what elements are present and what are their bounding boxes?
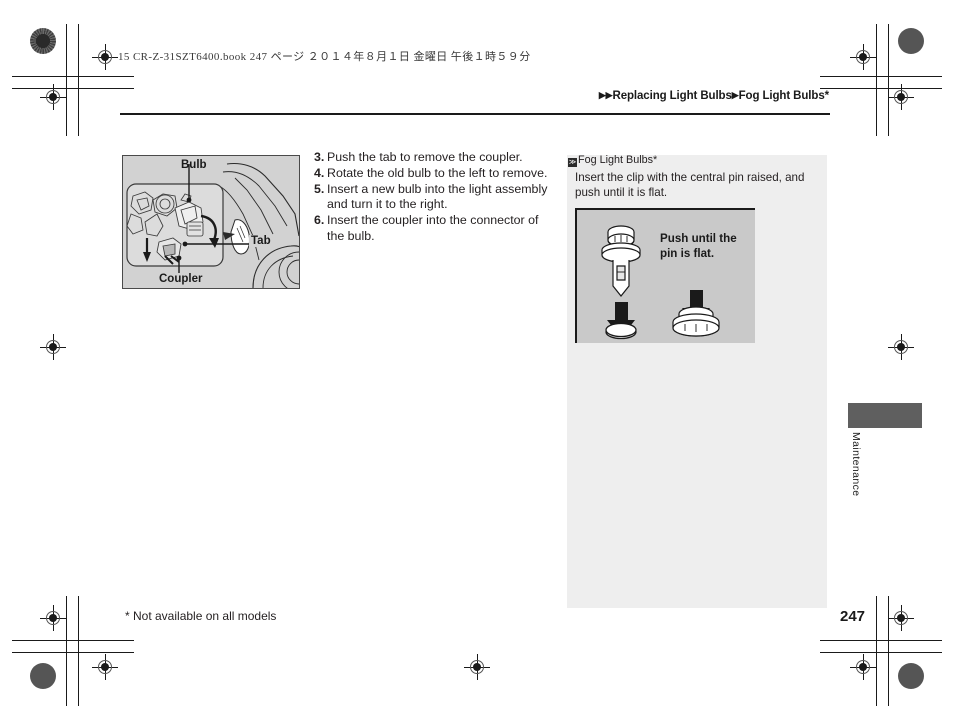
header-divider xyxy=(120,113,830,115)
crop-line xyxy=(888,24,889,136)
step-number: 6. xyxy=(314,213,325,228)
print-file-slug: 15 CR-Z-31SZT6400.book 247 ページ ２０１４年８月１日… xyxy=(118,51,531,63)
registration-mark xyxy=(92,654,118,680)
registration-mark xyxy=(888,605,914,631)
breadcrumb-level-2: Fog Light Bulbs* xyxy=(738,90,829,102)
crop-line xyxy=(876,24,877,136)
page-number: 247 xyxy=(840,608,866,625)
list-item: 5. Insert a new bulb into the light asse… xyxy=(314,182,556,213)
note-title: ≫ Fog Light Bulbs* xyxy=(568,154,657,167)
registration-mark xyxy=(40,84,66,110)
list-item: 3. Push the tab to remove the coupler. xyxy=(314,150,556,165)
crop-line xyxy=(66,596,67,706)
crop-line xyxy=(820,652,942,653)
figure-clip-installation xyxy=(575,208,755,343)
breadcrumb-double-arrow-icon: ▶▶ xyxy=(598,90,613,100)
breadcrumb: ▶▶Replacing Light Bulbs▶Fog Light Bulbs* xyxy=(599,90,829,102)
step-number: 5. xyxy=(314,181,325,196)
note-title-text: Fog Light Bulbs* xyxy=(578,154,658,166)
figure-bulb-replacement: Bulb Tab Coupler xyxy=(122,155,300,289)
list-item: 4. Rotate the old bulb to the left to re… xyxy=(314,166,556,181)
figure-label-coupler: Coupler xyxy=(157,273,205,285)
step-text: Push the tab to remove the coupler. xyxy=(327,150,523,164)
note-marker-icon: ≫ xyxy=(568,158,577,167)
manual-page: 15 CR-Z-31SZT6400.book 247 ページ ２０１４年８月１日… xyxy=(0,0,954,718)
footnote: * Not available on all models xyxy=(125,609,277,623)
crop-line xyxy=(12,88,134,89)
step-text: Insert a new bulb into the light assembl… xyxy=(327,181,548,212)
registration-mark xyxy=(888,84,914,110)
crop-line xyxy=(820,640,942,641)
registration-mark xyxy=(92,44,118,70)
registration-mark xyxy=(850,654,876,680)
crop-line xyxy=(12,652,134,653)
section-tab-bar xyxy=(848,403,922,428)
figure-bulb-replacement-drawing xyxy=(126,162,299,288)
registration-mark xyxy=(850,44,876,70)
crop-line xyxy=(876,596,877,706)
figure-label-tab: Tab xyxy=(249,235,273,247)
instruction-steps-list: 3. Push the tab to remove the coupler. 4… xyxy=(314,150,556,244)
step-text: Insert the coupler into the connector of… xyxy=(327,213,539,243)
breadcrumb-level-1: Replacing Light Bulbs xyxy=(612,90,732,102)
figure-clip-caption: Push until the pin is flat. xyxy=(660,232,737,260)
list-item: 6. Insert the coupler into the connector… xyxy=(314,213,556,244)
step-text: Rotate the old bulb to the left to remov… xyxy=(327,165,548,180)
halftone-dot xyxy=(30,663,56,689)
crop-line xyxy=(12,76,134,77)
crop-line xyxy=(820,88,942,89)
crop-line xyxy=(820,76,942,77)
step-number: 3. xyxy=(314,150,325,164)
figure-clip-installation-drawing xyxy=(601,225,720,340)
crop-line xyxy=(78,596,79,706)
step-number: 4. xyxy=(314,165,325,180)
section-tab-label: Maintenance xyxy=(850,432,862,497)
figure-label-bulb: Bulb xyxy=(181,159,207,171)
registration-mark xyxy=(464,654,490,680)
registration-mark xyxy=(40,334,66,360)
halftone-dot xyxy=(898,663,924,689)
crop-line xyxy=(78,24,79,136)
registration-mark xyxy=(40,605,66,631)
note-body-text: Insert the clip with the central pin rai… xyxy=(575,171,805,199)
crop-line xyxy=(66,24,67,136)
crop-line xyxy=(12,640,134,641)
breadcrumb-single-arrow-icon: ▶ xyxy=(731,90,739,100)
halftone-dot xyxy=(30,28,56,54)
halftone-dot xyxy=(898,28,924,54)
registration-mark xyxy=(888,334,914,360)
